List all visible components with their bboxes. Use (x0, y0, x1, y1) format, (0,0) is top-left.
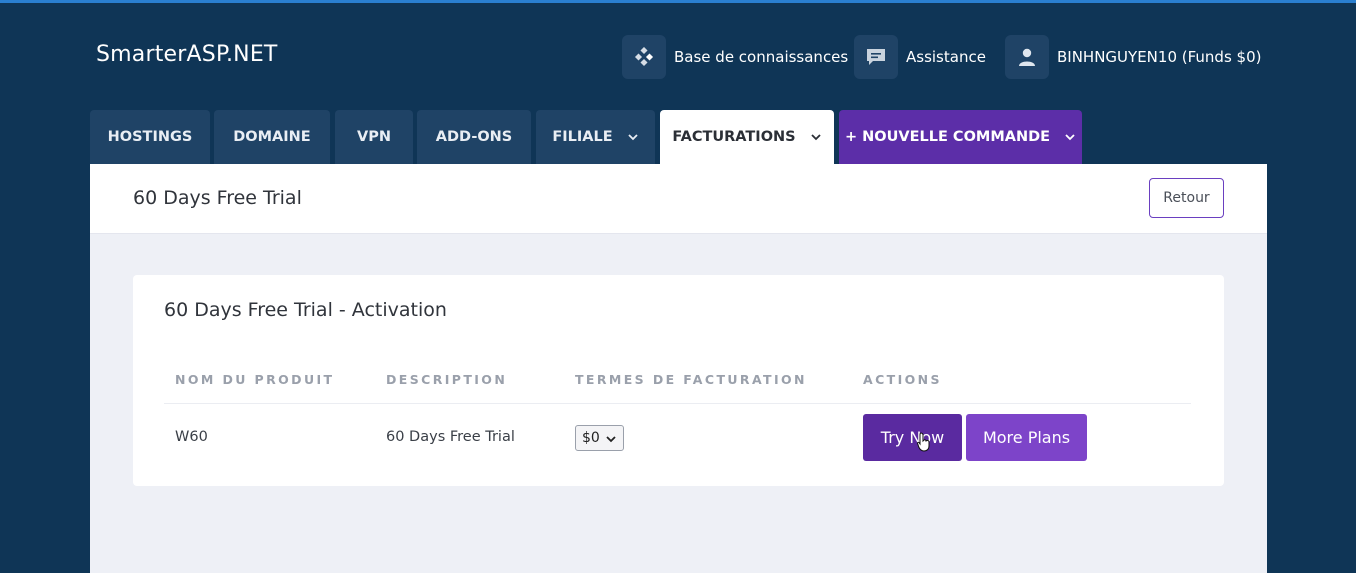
tab-new-order[interactable]: + NOUVELLE COMMANDE (839, 110, 1082, 164)
billing-term-select[interactable]: $0 (575, 425, 624, 451)
card-title: 60 Days Free Trial - Activation (164, 299, 447, 321)
support-label: Assistance (906, 48, 986, 66)
row-divider (164, 403, 1191, 404)
hand-cursor-icon (917, 432, 930, 452)
knowledge-base-link[interactable]: Base de connaissances (622, 35, 848, 79)
account-label: BINHNGUYEN10 (Funds $0) (1057, 48, 1262, 66)
tab-label: ADD-ONS (435, 129, 513, 145)
knowledge-base-icon (622, 35, 666, 79)
activation-card: 60 Days Free Trial - Activation NOM DU P… (133, 275, 1224, 486)
column-header-product: NOM DU PRODUIT (175, 372, 335, 387)
support-link[interactable]: Assistance (854, 35, 986, 79)
try-now-button[interactable]: Try Now (863, 414, 962, 461)
user-icon (1005, 35, 1049, 79)
tab-facturations[interactable]: FACTURATIONS (660, 110, 834, 164)
page-header: 60 Days Free Trial Retour (90, 164, 1267, 234)
chevron-down-icon (606, 436, 616, 443)
chevron-down-icon (810, 134, 821, 141)
back-button[interactable]: Retour (1149, 178, 1224, 218)
tab-label: VPN (357, 129, 391, 145)
tab-label: DOMAINE (233, 129, 311, 145)
chevron-down-icon (1065, 134, 1075, 141)
tab-filiale[interactable]: FILIALE (536, 110, 655, 164)
chevron-down-icon (628, 134, 638, 141)
chat-icon (854, 35, 898, 79)
knowledge-base-label: Base de connaissances (674, 48, 849, 66)
tab-label: HOSTINGS (107, 129, 193, 145)
column-header-billing: TERMES DE FACTURATION (575, 372, 807, 387)
description-cell: 60 Days Free Trial (386, 429, 515, 445)
tab-vpn[interactable]: VPN (335, 110, 413, 164)
column-header-actions: ACTIONS (863, 372, 942, 387)
tab-label: FACTURATIONS (672, 129, 796, 145)
more-plans-button[interactable]: More Plans (966, 414, 1087, 461)
tab-hostings[interactable]: HOSTINGS (90, 110, 210, 164)
tab-add-ons[interactable]: ADD-ONS (417, 110, 531, 164)
page-title: 60 Days Free Trial (133, 187, 302, 209)
account-menu[interactable]: BINHNGUYEN10 (Funds $0) (1005, 35, 1261, 79)
main-panel: 60 Days Free Trial Retour 60 Days Free T… (90, 164, 1267, 573)
billing-term-value: $0 (582, 430, 600, 446)
tab-domaine[interactable]: DOMAINE (214, 110, 330, 164)
tab-label: FILIALE (552, 129, 613, 145)
column-header-description: DESCRIPTION (386, 372, 508, 387)
brand-logo[interactable]: SmarterASP.NET (96, 42, 278, 67)
top-accent-line (0, 0, 1356, 3)
tab-label: + NOUVELLE COMMANDE (844, 129, 1051, 145)
product-name-cell: W60 (175, 429, 208, 445)
